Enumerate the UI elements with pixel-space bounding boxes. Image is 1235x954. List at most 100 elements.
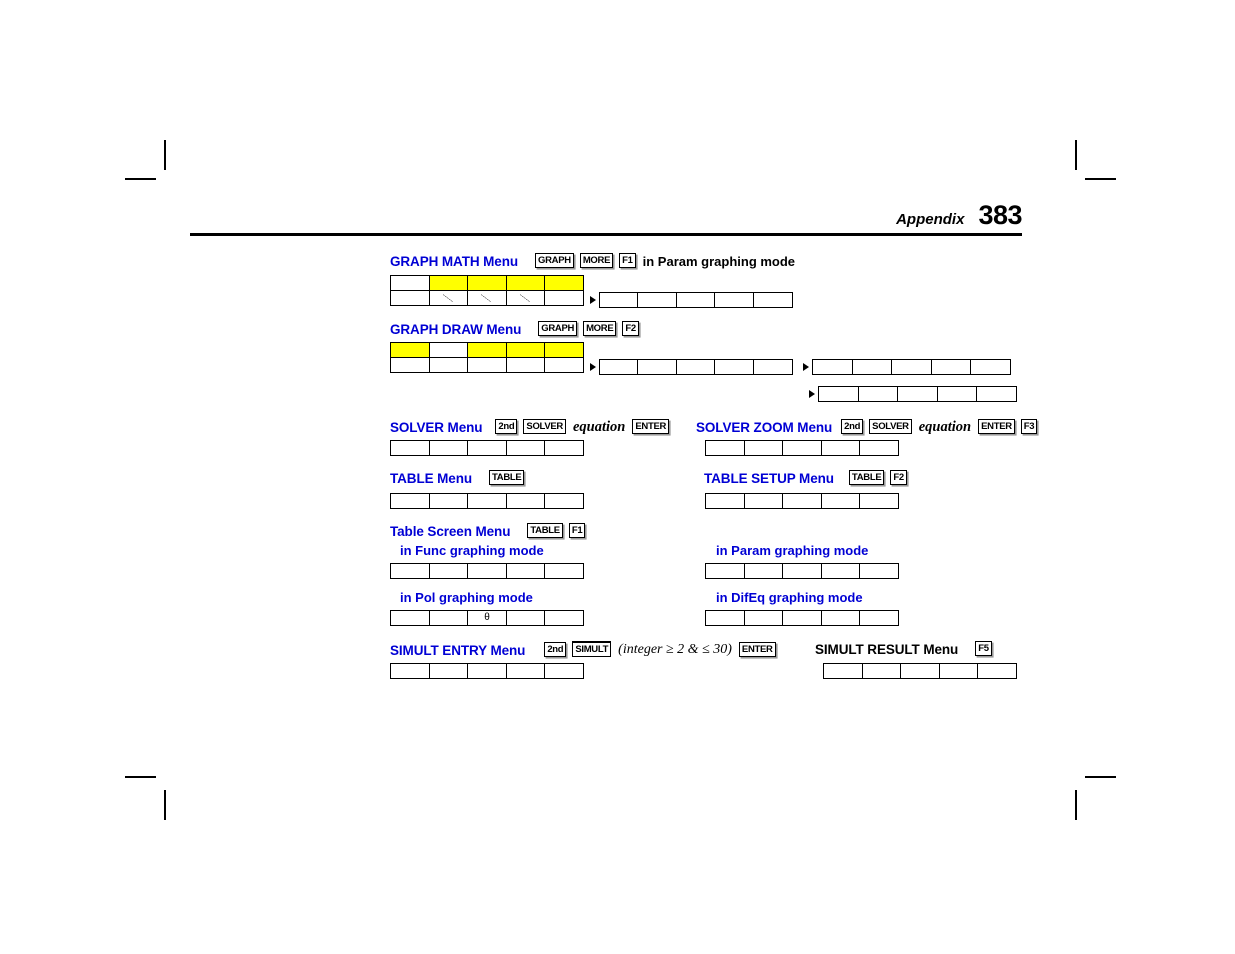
menu-cell[interactable] bbox=[675, 292, 716, 308]
menu-cell[interactable] bbox=[467, 493, 507, 509]
menu-cell[interactable] bbox=[857, 386, 899, 402]
menu-cell[interactable] bbox=[714, 292, 754, 308]
menu-cell[interactable] bbox=[820, 493, 861, 509]
menu-cell[interactable] bbox=[390, 440, 430, 456]
menu-cell[interactable] bbox=[938, 663, 979, 679]
key-2nd-icon[interactable]: 2nd bbox=[495, 419, 518, 434]
menu-cell[interactable] bbox=[390, 289, 430, 306]
menu-cell[interactable] bbox=[897, 386, 938, 402]
key-graph-icon[interactable]: GRAPH bbox=[535, 253, 574, 268]
menu-cell[interactable] bbox=[930, 359, 972, 375]
menu-cell[interactable] bbox=[428, 663, 469, 679]
menu-cell[interactable] bbox=[891, 359, 932, 375]
menu-cell[interactable] bbox=[428, 493, 469, 509]
menu-cell[interactable] bbox=[859, 493, 899, 509]
key-f1-icon[interactable]: F1 bbox=[568, 523, 586, 538]
menu-cell[interactable] bbox=[467, 440, 507, 456]
key-more-icon[interactable]: MORE bbox=[579, 253, 614, 268]
menu-cell[interactable] bbox=[675, 359, 716, 375]
key-more-icon[interactable]: MORE bbox=[583, 321, 617, 336]
menu-cell[interactable] bbox=[782, 563, 822, 579]
menu-cell[interactable] bbox=[859, 440, 899, 456]
menu-cell[interactable] bbox=[861, 663, 902, 679]
menu-cell[interactable] bbox=[544, 610, 584, 626]
menu-cell[interactable] bbox=[976, 386, 1017, 402]
menu-cell[interactable] bbox=[820, 440, 861, 456]
menu-cell[interactable] bbox=[598, 292, 639, 308]
menu-cell[interactable] bbox=[390, 493, 430, 509]
menu-cell[interactable] bbox=[390, 563, 430, 579]
menu-cell[interactable] bbox=[743, 493, 784, 509]
key-f5-icon[interactable]: F5 bbox=[975, 641, 992, 656]
menu-cell[interactable] bbox=[505, 356, 546, 373]
menu-cell[interactable] bbox=[820, 563, 861, 579]
key-graph-icon[interactable]: GRAPH bbox=[538, 321, 578, 336]
menu-cell[interactable] bbox=[782, 440, 822, 456]
menu-cell[interactable] bbox=[505, 663, 546, 679]
menu-cell[interactable] bbox=[598, 359, 639, 375]
menu-cell[interactable] bbox=[823, 663, 863, 679]
menu-cell[interactable] bbox=[505, 610, 546, 626]
menu-cell[interactable] bbox=[859, 610, 899, 626]
menu-cell[interactable] bbox=[782, 610, 822, 626]
menu-cell[interactable] bbox=[851, 359, 893, 375]
menu-cell[interactable] bbox=[812, 359, 853, 375]
menu-cell[interactable] bbox=[743, 563, 784, 579]
menu-cell[interactable] bbox=[428, 563, 469, 579]
menu-cell[interactable] bbox=[467, 356, 507, 373]
menu-cell[interactable] bbox=[544, 356, 584, 373]
menu-cell[interactable] bbox=[705, 440, 745, 456]
menu-cell[interactable] bbox=[505, 440, 546, 456]
menu-cell[interactable] bbox=[637, 359, 677, 375]
key-enter-icon[interactable]: ENTER bbox=[978, 419, 1015, 434]
menu-cell[interactable] bbox=[936, 386, 978, 402]
key-enter-icon[interactable]: ENTER bbox=[632, 419, 670, 434]
key-simult-icon[interactable]: SIMULT bbox=[572, 641, 612, 657]
menu-cell[interactable] bbox=[544, 663, 584, 679]
key-f1-icon[interactable]: F1 bbox=[619, 253, 636, 268]
key-table-icon[interactable]: TABLE bbox=[489, 470, 525, 485]
menu-cell[interactable] bbox=[743, 440, 784, 456]
menu-cell[interactable] bbox=[467, 563, 507, 579]
menu-cell[interactable] bbox=[390, 610, 430, 626]
key-solver-icon[interactable]: SOLVER bbox=[523, 418, 566, 435]
menu-cell[interactable] bbox=[970, 359, 1011, 375]
key-2nd-icon[interactable]: 2nd bbox=[544, 641, 567, 657]
menu-cell[interactable] bbox=[428, 289, 469, 306]
menu-cell[interactable] bbox=[977, 663, 1017, 679]
menu-cell[interactable] bbox=[743, 610, 784, 626]
menu-cell[interactable] bbox=[505, 563, 546, 579]
menu-cell[interactable] bbox=[544, 493, 584, 509]
key-2nd-icon[interactable]: 2nd bbox=[841, 419, 864, 434]
menu-cell[interactable] bbox=[714, 359, 754, 375]
menu-cell[interactable] bbox=[505, 493, 546, 509]
menu-cell[interactable] bbox=[390, 356, 430, 373]
key-enter-icon[interactable]: ENTER bbox=[738, 641, 776, 657]
menu-cell[interactable]: θ bbox=[467, 610, 507, 626]
menu-cell[interactable] bbox=[752, 359, 793, 375]
menu-cell[interactable] bbox=[505, 289, 546, 306]
menu-cell[interactable] bbox=[428, 610, 469, 626]
menu-cell[interactable] bbox=[752, 292, 793, 308]
menu-cell[interactable] bbox=[782, 493, 822, 509]
key-f2-icon[interactable]: F2 bbox=[890, 470, 907, 485]
menu-cell[interactable] bbox=[467, 289, 507, 306]
menu-cell[interactable] bbox=[705, 610, 745, 626]
menu-cell[interactable] bbox=[544, 563, 584, 579]
key-f3-icon[interactable]: F3 bbox=[1020, 419, 1038, 434]
menu-cell[interactable] bbox=[818, 386, 859, 402]
menu-cell[interactable] bbox=[900, 663, 940, 679]
menu-cell[interactable] bbox=[705, 563, 745, 579]
key-solver-icon[interactable]: SOLVER bbox=[868, 418, 912, 435]
menu-cell[interactable] bbox=[428, 440, 469, 456]
menu-cell[interactable] bbox=[544, 289, 584, 306]
menu-cell[interactable] bbox=[705, 493, 745, 509]
key-table-icon[interactable]: TABLE bbox=[848, 470, 885, 485]
key-f2-icon[interactable]: F2 bbox=[622, 321, 639, 336]
menu-cell[interactable] bbox=[544, 440, 584, 456]
menu-cell[interactable] bbox=[820, 610, 861, 626]
menu-cell[interactable] bbox=[859, 563, 899, 579]
key-table-icon[interactable]: TABLE bbox=[527, 523, 563, 538]
menu-cell[interactable] bbox=[467, 663, 507, 679]
menu-cell[interactable] bbox=[428, 356, 469, 373]
